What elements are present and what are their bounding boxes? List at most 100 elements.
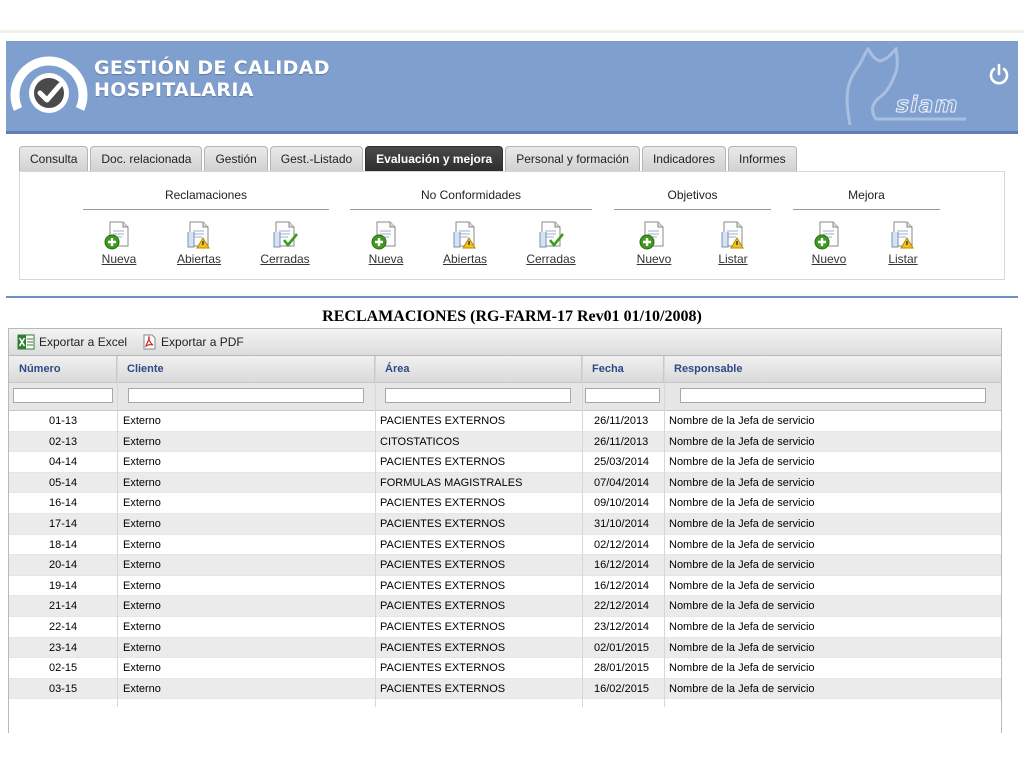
column-header-responsable[interactable]: Responsable xyxy=(664,356,1001,382)
no-conformidades-cerradas-button[interactable]: Cerradas xyxy=(521,220,581,266)
cell-cliente: Externo xyxy=(123,517,161,530)
group-mejora: Mejora Nuevo Listar xyxy=(793,172,940,279)
mejora-nuevo-button[interactable]: Nuevo xyxy=(799,220,859,266)
action-label: Cerradas xyxy=(526,252,576,266)
cell-responsable: Nombre de la Jefa de servicio xyxy=(669,600,815,613)
export-pdf-button[interactable]: Exportar a PDF xyxy=(141,334,244,350)
column-header-area[interactable]: Área xyxy=(375,356,582,382)
table-row[interactable]: 23-14 Externo PACIENTES EXTERNOS 02/01/2015… xyxy=(9,637,1001,659)
app-title-line1: GESTIÓN DE CALIDAD xyxy=(94,57,330,79)
mejora-listar-button[interactable]: Listar xyxy=(873,220,933,266)
cell-area: PACIENTES EXTERNOS xyxy=(380,538,506,551)
page-top-band xyxy=(0,0,1024,33)
tab-consulta[interactable]: Consulta xyxy=(19,146,89,171)
no-conformidades-abiertas-button[interactable]: Abiertas xyxy=(435,220,495,266)
filter-fecha-input[interactable] xyxy=(585,388,660,403)
table-row[interactable]: 03-15 Externo PACIENTES EXTERNOS 16/02/2015… xyxy=(9,678,1001,700)
tab-doc-relacionada[interactable]: Doc. relacionada xyxy=(90,146,203,171)
cell-responsable: Nombre de la Jefa de servicio xyxy=(669,476,815,489)
table-row[interactable]: 22-14 Externo PACIENTES EXTERNOS 23/12/2014… xyxy=(9,617,1001,638)
tab-evaluacion-y-mejora[interactable]: Evaluación y mejora xyxy=(365,146,504,171)
cell-fecha: 26/11/2013 xyxy=(594,435,649,448)
cell-cliente: Externo xyxy=(123,600,161,613)
app-title-line2: HOSPITALARIA xyxy=(94,79,254,101)
doc-warning-icon xyxy=(721,221,744,249)
cell-cliente: Externo xyxy=(123,435,161,448)
table-row[interactable]: 17-14 Externo PACIENTES EXTERNOS 31/10/2014… xyxy=(9,513,1001,535)
action-label: Nueva xyxy=(101,252,137,266)
cell-area: CITOSTATICOS xyxy=(380,435,460,448)
column-header-fecha[interactable]: Fecha xyxy=(582,356,664,382)
tab-indicadores[interactable]: Indicadores xyxy=(641,146,726,171)
reclamaciones-cerradas-button[interactable]: Cerradas xyxy=(255,220,315,266)
cell-cliente: Externo xyxy=(123,579,161,592)
app-header: GESTIÓN DE CALIDAD HOSPITALARIA siam xyxy=(6,41,1018,134)
tab-informes[interactable]: Informes xyxy=(728,146,797,171)
power-icon[interactable] xyxy=(988,63,1010,85)
table-row[interactable]: 21-14 Externo PACIENTES EXTERNOS 22/12/2014… xyxy=(9,596,1001,617)
cell-numero: 19-14 xyxy=(49,579,78,592)
cell-area: PACIENTES EXTERNOS xyxy=(380,641,506,654)
filter-cliente-input[interactable] xyxy=(128,388,364,403)
doc-add-icon xyxy=(104,221,129,250)
table-row[interactable]: 20-14 Externo PACIENTES EXTERNOS 16/12/2014… xyxy=(9,555,1001,576)
filter-area-input[interactable] xyxy=(385,388,571,403)
cell-area: PACIENTES EXTERNOS xyxy=(380,559,506,572)
cell-area: PACIENTES EXTERNOS xyxy=(380,620,506,633)
action-label: Nuevo xyxy=(636,252,672,266)
cell-area: PACIENTES EXTERNOS xyxy=(380,682,506,695)
tab-gest-listado[interactable]: Gest.-Listado xyxy=(269,146,364,171)
cell-cliente: Externo xyxy=(123,641,161,654)
table-row[interactable]: 01-13 Externo PACIENTES EXTERNOS 26/11/2013… xyxy=(9,411,1001,432)
group-divider xyxy=(350,209,592,210)
export-excel-button[interactable]: Exportar a Excel xyxy=(17,334,127,350)
quality-check-logo-icon xyxy=(10,56,88,113)
group-title: Objetivos xyxy=(667,188,718,202)
tab-gestion[interactable]: Gestión xyxy=(204,146,268,171)
cell-fecha: 25/03/2014 xyxy=(594,456,650,469)
group-divider xyxy=(793,209,940,210)
table-row[interactable]: 19-14 Externo PACIENTES EXTERNOS 16/12/2014… xyxy=(9,576,1001,597)
group-reclamaciones: Reclamaciones Nueva Abiertas Cerradas xyxy=(83,172,329,279)
cell-responsable: Nombre de la Jefa de servicio xyxy=(669,497,815,510)
cell-fecha: 02/01/2015 xyxy=(594,641,650,654)
cell-fecha: 16/12/2014 xyxy=(594,579,650,592)
tab-personal-y-formacion[interactable]: Personal y formación xyxy=(505,146,640,171)
export-pdf-label: Exportar a PDF xyxy=(161,335,244,349)
cell-numero: 01-13 xyxy=(49,415,78,427)
cell-numero: 21-14 xyxy=(49,600,78,613)
cell-responsable: Nombre de la Jefa de servicio xyxy=(669,456,815,469)
column-header-numero[interactable]: Número xyxy=(9,356,117,382)
reclamaciones-abiertas-button[interactable]: Abiertas xyxy=(169,220,229,266)
doc-warning-icon xyxy=(187,221,210,249)
table-row[interactable]: 02-13 Externo CITOSTATICOS 26/11/2013 Nombre… xyxy=(9,431,1001,453)
table-row[interactable]: 02-15 Externo PACIENTES EXTERNOS 28/01/2015… xyxy=(9,658,1001,679)
doc-warning-icon xyxy=(453,221,476,249)
objetivos-nuevo-button[interactable]: Nuevo xyxy=(624,220,684,266)
cell-cliente: Externo xyxy=(123,497,161,510)
doc-add-icon xyxy=(371,221,396,250)
group-divider xyxy=(614,209,771,210)
grid-column-headers: Número Cliente Área Fecha Responsable xyxy=(9,356,1001,383)
cell-responsable: Nombre de la Jefa de servicio xyxy=(669,682,815,695)
cell-fecha: 16/12/2014 xyxy=(594,559,650,572)
cell-responsable: Nombre de la Jefa de servicio xyxy=(669,415,815,427)
table-row[interactable]: 16-14 Externo PACIENTES EXTERNOS 09/10/2014… xyxy=(9,493,1001,514)
table-row[interactable]: 05-14 Externo FORMULAS MAGISTRALES 07/04/20… xyxy=(9,472,1001,494)
no-conformidades-nueva-button[interactable]: Nueva xyxy=(356,220,416,266)
objetivos-listar-button[interactable]: Listar xyxy=(703,220,763,266)
table-row[interactable]: 04-14 Externo PACIENTES EXTERNOS 25/03/2014… xyxy=(9,452,1001,473)
cell-fecha: 07/04/2014 xyxy=(594,476,650,489)
cell-responsable: Nombre de la Jefa de servicio xyxy=(669,662,815,675)
reclamaciones-nueva-button[interactable]: Nueva xyxy=(89,220,149,266)
brand-siam: siam xyxy=(895,93,959,119)
table-row[interactable]: 18-14 Externo PACIENTES EXTERNOS 02/12/2014… xyxy=(9,535,1001,556)
column-header-cliente[interactable]: Cliente xyxy=(117,356,375,382)
cell-responsable: Nombre de la Jefa de servicio xyxy=(669,517,815,530)
cell-responsable: Nombre de la Jefa de servicio xyxy=(669,559,815,572)
doc-check-icon xyxy=(539,221,565,248)
filter-numero-input[interactable] xyxy=(13,388,113,403)
excel-icon xyxy=(17,334,35,350)
group-title: No Conformidades xyxy=(420,188,522,202)
filter-responsable-input[interactable] xyxy=(680,388,986,403)
